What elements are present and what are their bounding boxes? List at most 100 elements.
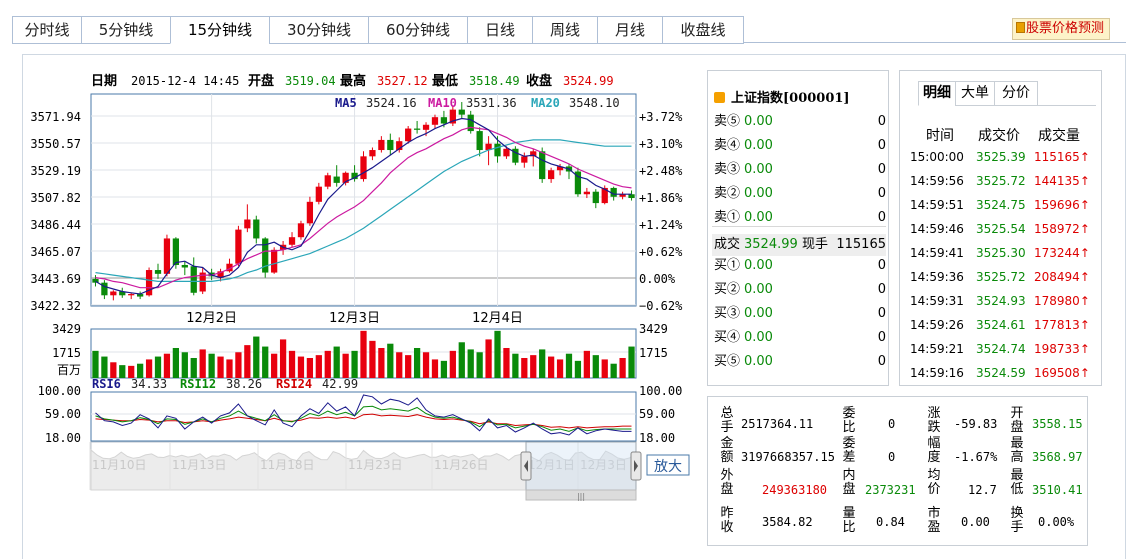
- level-volume: 0: [877, 258, 886, 273]
- stat-junjia: 12.7: [968, 483, 997, 497]
- level-label: 卖②: [714, 186, 741, 201]
- level-volume: 0: [877, 354, 886, 369]
- navigator-date-label: 11月18日: [260, 458, 315, 472]
- header-value: 3527.12: [377, 74, 428, 88]
- stat-label-junjia: 均价: [927, 468, 941, 497]
- level-label: 卖④: [714, 138, 741, 153]
- volume-bar: [181, 352, 188, 378]
- stat-zongshou: 2517364.11: [741, 417, 814, 431]
- stats-box: 总手 金额 外盘 昨收 2517364.11 3197668357.15 249…: [707, 396, 1088, 546]
- trade-price: 3525.72: [976, 174, 1026, 188]
- tab-fenjia[interactable]: 分价: [994, 81, 1038, 106]
- volume-bar: [288, 350, 296, 378]
- trade-time: 14:59:26: [910, 318, 964, 332]
- candle-body: [128, 294, 135, 296]
- candle-body: [592, 191, 599, 204]
- tab-mingxi[interactable]: 明细: [918, 81, 956, 106]
- level-price: 0.00: [744, 330, 773, 345]
- trade-row: 14:59:31 3524.93 178980↑: [910, 291, 1100, 311]
- up-arrow-icon: ↑: [1079, 174, 1090, 188]
- volume-bar: [271, 353, 278, 378]
- header-value: 日期: [91, 74, 117, 89]
- trade-volume: 177813↑: [1034, 315, 1090, 335]
- level-label: 买⑤: [714, 354, 741, 369]
- volume-tick-label-right: 3429: [639, 322, 668, 336]
- percent-tick-label: −0.62%: [639, 299, 683, 313]
- ma-legend-name: MA10: [428, 96, 457, 110]
- header-value: 最高: [340, 73, 366, 89]
- trade-time: 14:59:16: [910, 366, 964, 380]
- percent-tick-label: +0.62%: [639, 245, 683, 259]
- trade-row: 14:59:46 3525.54 158972↑: [910, 219, 1100, 239]
- volume-bar: [351, 350, 358, 378]
- volume-tick-label: 百万: [57, 363, 81, 377]
- trade-row: 14:59:41 3525.30 173244↑: [910, 243, 1100, 263]
- tab-dadan[interactable]: 大单: [955, 81, 995, 106]
- volume-bar: [521, 357, 528, 378]
- zoom-button-label[interactable]: 放大: [654, 459, 682, 475]
- ma-legend-value: 3531.36: [466, 96, 517, 110]
- index-icon: [714, 92, 725, 103]
- navigator-date-label: 11月13日: [172, 458, 227, 472]
- volume-bar: [297, 356, 305, 378]
- volume-bar: [172, 347, 180, 378]
- volume-bar: [467, 349, 474, 378]
- candle-body: [333, 176, 340, 183]
- deal-row: 成交 3524.99 现手 115165: [712, 234, 886, 256]
- price-tick-label: 3571.94: [30, 110, 81, 124]
- stat-fudu: -1.67%: [954, 450, 998, 464]
- stat-liangbi: 0.84: [876, 515, 905, 529]
- volume-bar: [163, 353, 171, 378]
- rsi-tick-label: 59.00: [45, 407, 81, 421]
- stat-label-zhangdie: 涨跌: [927, 406, 941, 435]
- quote-title: 上证指数[000001]: [714, 87, 850, 106]
- rsi-legend-name: RSI24: [276, 377, 312, 391]
- header-value: 收盘: [526, 73, 552, 89]
- trade-price: 3524.59: [976, 366, 1026, 380]
- ma-legend-value: 3524.16: [366, 96, 417, 110]
- candle-body: [476, 131, 483, 151]
- volume-bar: [583, 350, 590, 378]
- trade-row: 15:00:00 3525.39 115165↑: [910, 147, 1100, 167]
- trade-price: 3525.72: [976, 270, 1026, 284]
- trade-volume: 198733↑: [1034, 339, 1090, 359]
- trade-price: 3524.61: [976, 318, 1026, 332]
- level-label: 买②: [714, 282, 741, 297]
- volume-bar: [512, 353, 519, 378]
- navigator-selection[interactable]: [525, 441, 637, 491]
- candle-body: [163, 238, 171, 274]
- trade-time: 14:59:41: [910, 246, 964, 260]
- header-value: 最低: [432, 73, 458, 89]
- level-volume: 0: [877, 138, 886, 153]
- rsi-tick-label: 100.00: [38, 384, 81, 398]
- stat-zuigao: 3568.97: [1032, 450, 1083, 464]
- trade-row: 14:59:36 3525.72 208494↑: [910, 267, 1100, 287]
- rsi-tick-label-right: 18.00: [639, 431, 675, 445]
- volume-bar: [208, 353, 215, 378]
- volume-bar: [387, 343, 394, 378]
- price-tick-label: 3507.82: [30, 191, 81, 205]
- volume-bar: [413, 347, 421, 378]
- volume-bar: [333, 346, 340, 378]
- trade-time: 14:59:46: [910, 222, 964, 236]
- volume-bar: [262, 346, 269, 378]
- level-price: 0.00: [744, 258, 773, 273]
- kline-chart[interactable]: 日期 2015-12-4 14:45 开盘 3519.04 最高 3527.12 最低 351…: [0, 0, 700, 559]
- stat-label-jine: 金额: [720, 436, 734, 465]
- volume-bar: [405, 355, 412, 378]
- trade-time: 14:59:56: [910, 174, 964, 188]
- stock-predict-link[interactable]: 股票价格预测: [1012, 18, 1111, 40]
- stat-label-liangbi: 量比: [842, 506, 856, 535]
- stat-neipan: 2373231: [865, 483, 916, 497]
- predict-icon: [1016, 22, 1025, 33]
- stat-label-weibi: 委比: [842, 406, 856, 435]
- level-price: 0.00: [744, 138, 773, 153]
- level-volume: 0: [877, 306, 886, 321]
- trade-volume: 144135↑: [1034, 171, 1090, 191]
- trade-volume: 115165↑: [1034, 147, 1090, 167]
- volume-bar: [619, 357, 626, 378]
- header-value: 3518.49: [469, 74, 520, 88]
- stat-label-waipan: 外盘: [720, 468, 734, 497]
- candle-body: [378, 139, 385, 151]
- scrollbar-grip-icon: |||: [577, 492, 585, 501]
